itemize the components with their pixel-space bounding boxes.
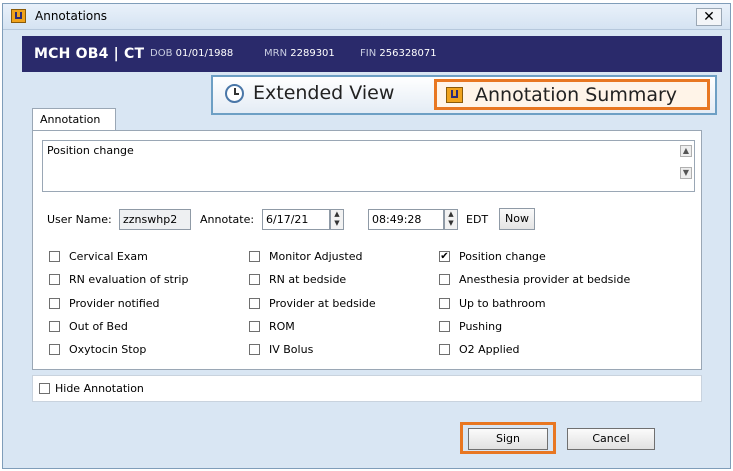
now-button[interactable]: Now: [499, 208, 535, 230]
checkbox[interactable]: [49, 321, 60, 332]
checkbox-label: IV Bolus: [269, 343, 314, 356]
checkbox-label: Provider notified: [69, 297, 160, 310]
user-name-label: User Name:: [47, 213, 112, 226]
checkbox[interactable]: [439, 321, 450, 332]
app-icon: [11, 9, 26, 23]
checkbox-label: RN evaluation of strip: [69, 273, 189, 286]
checkbox-label: Cervical Exam: [69, 250, 148, 263]
patient-banner: MCH OB4 | CT DOB 01/01/1988 MRN 2289301 …: [22, 36, 722, 72]
time-spinner[interactable]: ▲ ▼: [444, 209, 458, 230]
checkbox[interactable]: [439, 344, 450, 355]
annotation-text-input[interactable]: Position change ▲ ▼: [42, 140, 695, 192]
view-toolbar-popout: Extended View Annotation Summary: [211, 75, 717, 115]
time-spin-up[interactable]: ▲: [445, 210, 457, 219]
annotation-summary-button[interactable]: Annotation Summary: [434, 79, 710, 110]
checkbox[interactable]: [249, 274, 260, 285]
checkbox-label: Oxytocin Stop: [69, 343, 147, 356]
annotation-summary-label: Annotation Summary: [475, 84, 678, 106]
checkbox[interactable]: [49, 298, 60, 309]
close-button[interactable]: ✕: [696, 8, 722, 26]
checkbox[interactable]: ✔: [439, 251, 450, 262]
checkbox[interactable]: [249, 344, 260, 355]
checkbox[interactable]: [249, 321, 260, 332]
date-spin-up[interactable]: ▲: [331, 210, 343, 219]
checkbox[interactable]: [49, 344, 60, 355]
hide-annotation-row: Hide Annotation: [32, 375, 702, 402]
clock-icon: [225, 84, 244, 103]
checkbox[interactable]: [49, 251, 60, 262]
annotation-summary-icon: [446, 87, 463, 103]
fin-info: FIN 256328071: [360, 48, 437, 59]
checkbox-label: Pushing: [459, 320, 503, 333]
checkbox[interactable]: [439, 274, 450, 285]
annotate-time-field[interactable]: 08:49:28: [368, 209, 444, 230]
checkbox-label: RN at bedside: [269, 273, 347, 286]
checkbox[interactable]: [249, 251, 260, 262]
checkbox[interactable]: [49, 274, 60, 285]
hide-annotation-label: Hide Annotation: [55, 382, 144, 395]
mrn-label: MRN: [264, 48, 288, 59]
dob-value: 01/01/1988: [175, 48, 234, 59]
scroll-down-arrow[interactable]: ▼: [680, 167, 692, 179]
hide-annotation-box[interactable]: [39, 383, 50, 394]
checkbox-label: Position change: [459, 250, 546, 263]
user-name-field: zznswhp2: [119, 209, 191, 230]
scroll-up-arrow[interactable]: ▲: [680, 145, 692, 157]
checkbox-label: Provider at bedside: [269, 297, 376, 310]
time-spin-down[interactable]: ▼: [445, 219, 457, 228]
checkbox[interactable]: [439, 298, 450, 309]
title-bar: Annotations ✕: [3, 4, 730, 30]
window-title: Annotations: [35, 9, 108, 23]
checkbox-label: Out of Bed: [69, 320, 128, 333]
mrn-info: MRN 2289301: [264, 48, 335, 59]
date-spin-down[interactable]: ▼: [331, 219, 343, 228]
annotate-date-field[interactable]: 6/17/21: [262, 209, 330, 230]
checkbox-label: Anesthesia provider at bedside: [459, 273, 631, 286]
dob-label: DOB: [150, 48, 173, 59]
fin-value: 256328071: [379, 48, 437, 59]
mrn-value: 2289301: [290, 48, 335, 59]
date-spinner[interactable]: ▲ ▼: [330, 209, 344, 230]
timezone-label: EDT: [466, 213, 489, 226]
checkbox-label: Up to bathroom: [459, 297, 546, 310]
checkbox-label: O2 Applied: [459, 343, 520, 356]
annotate-label: Annotate:: [200, 213, 255, 226]
checkbox[interactable]: [249, 298, 260, 309]
checkbox-label: Monitor Adjusted: [269, 250, 363, 263]
fin-label: FIN: [360, 48, 377, 59]
checkbox-label: ROM: [269, 320, 295, 333]
extended-view-button[interactable]: Extended View: [253, 82, 394, 104]
tab-annotation[interactable]: Annotation: [32, 108, 116, 131]
dob-info: DOB 01/01/1988: [150, 48, 233, 59]
annotation-text: Position change: [47, 144, 134, 157]
annotation-panel: Position change ▲ ▼ User Name: zznswhp2 …: [32, 130, 702, 370]
sign-button[interactable]: Sign: [468, 428, 548, 450]
patient-name: MCH OB4 | CT: [34, 46, 145, 62]
cancel-button[interactable]: Cancel: [567, 428, 655, 450]
